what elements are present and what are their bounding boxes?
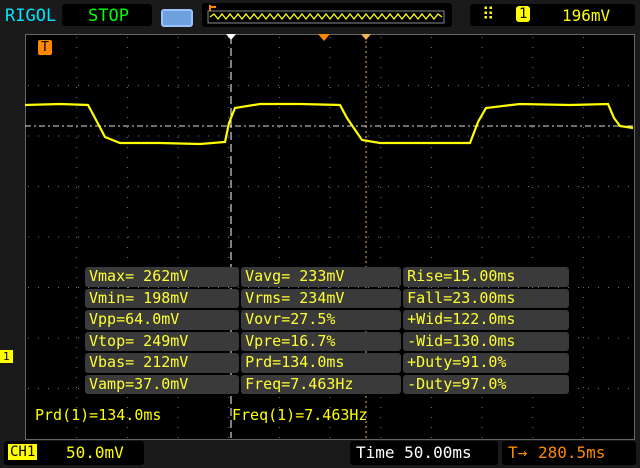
measurement-row: Vtop= 249mV Vpre=16.7% -Wid=130.0ms — [85, 331, 571, 353]
measurement-cell: Vtop= 249mV — [85, 331, 240, 351]
timebase[interactable]: Time 50.00ms — [350, 441, 498, 465]
channel1-ground-marker[interactable]: 1 — [0, 350, 13, 363]
period-readout: Prd(1)=134.0ms — [35, 406, 162, 424]
cursor-a-marker — [226, 34, 236, 40]
channel1-volts-per-div: 50.0mV — [66, 443, 124, 462]
measurement-row: Vbas= 212mV Prd=134.0ms +Duty=91.0% — [85, 352, 571, 374]
measurement-cell: Fall=23.00ms — [403, 288, 569, 308]
measurement-cell: Vavg= 233mV — [241, 267, 402, 287]
measurement-cell: Vovr=27.5% — [241, 310, 402, 330]
channel1-label: CH1 — [8, 444, 38, 460]
trigger-offset-icon: T→ — [508, 443, 528, 462]
trigger-offset[interactable]: T→ 280.5ms — [502, 441, 636, 465]
measurement-row: Vmax= 262mV Vavg= 233mV Rise=15.00ms — [85, 266, 571, 288]
measurement-cell: Vpre=16.7% — [241, 331, 402, 351]
measurement-cell: Vmax= 262mV — [85, 267, 240, 287]
frequency-readout: Freq(1)=7.463Hz — [232, 406, 368, 424]
measurement-row: Vpp=64.0mV Vovr=27.5% +Wid=122.0ms — [85, 309, 571, 331]
measurement-cell: Vbas= 212mV — [85, 353, 240, 373]
measurement-cell: -Duty=97.0% — [403, 374, 569, 394]
measurement-cell: Freq=7.463Hz — [241, 374, 402, 394]
measurement-table: Vmax= 262mV Vavg= 233mV Rise=15.00ms Vmin= … — [85, 266, 571, 395]
channel1-trace — [24, 102, 634, 146]
trigger-offset-value: 280.5ms — [538, 443, 606, 462]
overlay — [24, 34, 634, 438]
trigger-position-marker — [318, 34, 330, 41]
measurement-cell: Rise=15.00ms — [403, 267, 569, 287]
measurement-cell: -Wid=130.0ms — [403, 331, 569, 351]
measurement-cell: Vrms= 234mV — [241, 288, 402, 308]
measurement-cell: +Duty=91.0% — [403, 353, 569, 373]
measurement-cell: Prd=134.0ms — [241, 353, 402, 373]
cursor-b-marker — [361, 34, 371, 40]
measurement-cell: Vamp=37.0mV — [85, 374, 240, 394]
trigger-marker-icon: T — [38, 40, 52, 55]
measurement-cell: +Wid=122.0ms — [403, 310, 569, 330]
measurement-row: Vamp=37.0mV Freq=7.463Hz -Duty=97.0% — [85, 374, 571, 396]
measurement-row: Vmin= 198mV Vrms= 234mV Fall=23.00ms — [85, 288, 571, 310]
channel1-scale[interactable]: CH1 50.0mV — [4, 441, 144, 465]
measurement-cell: Vmin= 198mV — [85, 288, 240, 308]
timebase-value: Time 50.00ms — [356, 443, 472, 462]
measurement-cell: Vpp=64.0mV — [85, 310, 240, 330]
